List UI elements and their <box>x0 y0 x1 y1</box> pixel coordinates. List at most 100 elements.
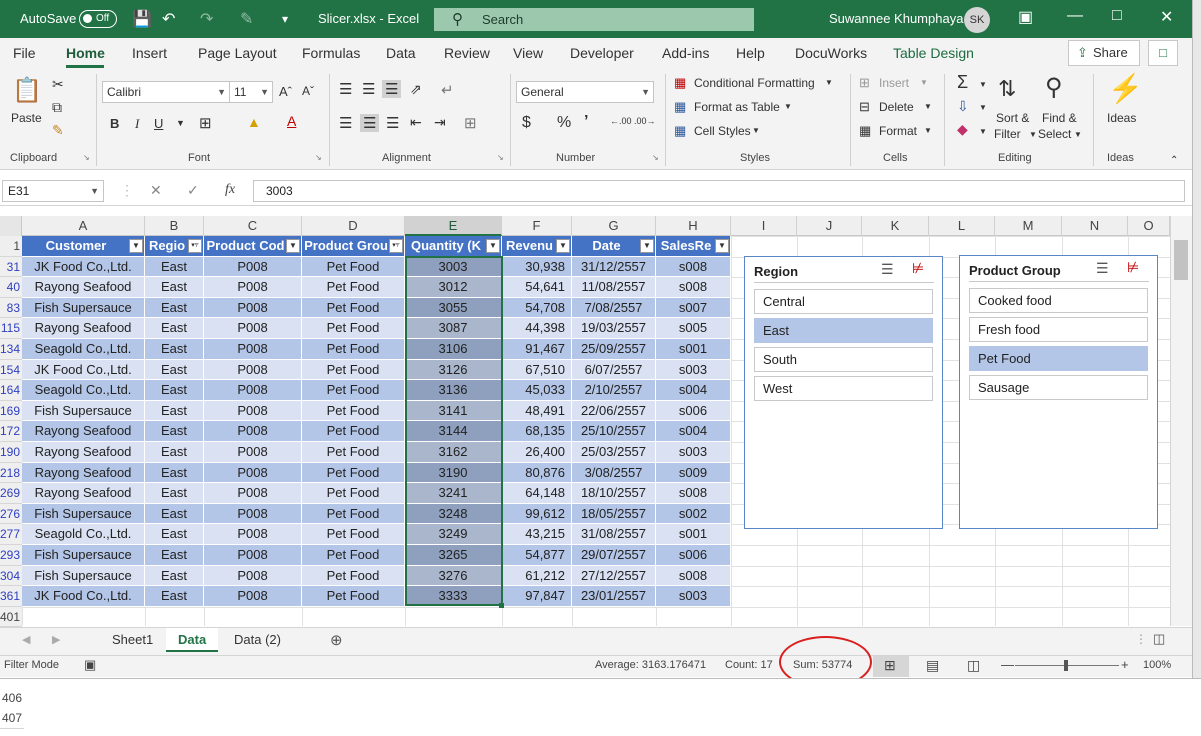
table-cell-group[interactable]: Pet Food <box>302 462 405 484</box>
table-cell-customer[interactable]: Rayong Seafood <box>22 462 145 484</box>
chevron-down-icon[interactable]: ▼ <box>784 102 792 111</box>
insert-cells-icon[interactable]: ⊞ <box>859 75 870 91</box>
table-cell-customer[interactable]: JK Food Co.,Ltd. <box>22 359 145 381</box>
column-header-a[interactable]: A <box>22 216 145 236</box>
table-cell-code[interactable]: P008 <box>204 318 302 339</box>
table-cell-date[interactable]: 25/03/2557 <box>572 442 656 463</box>
zoom-slider-thumb[interactable] <box>1064 660 1068 671</box>
table-cell-revenue[interactable]: 80,876 <box>502 462 572 484</box>
shrink-font-icon[interactable]: Aˇ <box>302 84 314 98</box>
column-header-g[interactable]: G <box>572 216 656 236</box>
table-header-cell[interactable]: Product Cod ▼ <box>204 236 302 257</box>
conditional-formatting-icon[interactable]: ▦ <box>674 75 686 91</box>
table-cell-revenue[interactable]: 54,641 <box>502 277 572 298</box>
avatar[interactable]: SK <box>964 7 990 33</box>
fill-handle[interactable] <box>499 603 504 608</box>
next-sheet-icon[interactable]: ▶ <box>52 633 60 646</box>
increase-decimal-icon[interactable]: ←.00 <box>610 116 632 126</box>
table-cell-customer[interactable]: Rayong Seafood <box>22 442 145 463</box>
table-cell-sales[interactable]: s003 <box>656 359 731 381</box>
increase-indent-icon[interactable]: ⇥ <box>434 114 446 131</box>
align-top-icon[interactable]: ☰ <box>339 80 352 98</box>
column-header-m[interactable]: M <box>995 216 1062 236</box>
currency-icon[interactable]: $ <box>522 114 531 132</box>
table-cell-date[interactable]: 7/08/2557 <box>572 297 656 319</box>
table-cell-sales[interactable]: s008 <box>656 483 731 504</box>
tab-page-layout[interactable]: Page Layout <box>198 45 277 61</box>
filter-dropdown-icon[interactable]: ▼ <box>129 239 143 253</box>
table-cell-revenue[interactable]: 54,877 <box>502 545 572 566</box>
table-cell-customer[interactable]: Fish Supersauce <box>22 565 145 587</box>
horizontal-scroll-icon[interactable]: ◫ <box>1153 631 1165 647</box>
table-header-cell[interactable]: Quantity (K ▼ <box>405 236 502 257</box>
formula-input[interactable]: 3003 <box>253 180 1185 202</box>
table-cell-code[interactable]: P008 <box>204 380 302 401</box>
table-cell-code[interactable]: P008 <box>204 545 302 566</box>
find-select-icon[interactable]: ⚲ <box>1045 73 1063 102</box>
column-header-f[interactable]: F <box>502 216 572 236</box>
table-cell-date[interactable]: 18/05/2557 <box>572 503 656 525</box>
table-cell-group[interactable]: Pet Food <box>302 586 405 607</box>
bold-icon[interactable]: B <box>110 116 119 131</box>
table-cell-code[interactable]: P008 <box>204 421 302 442</box>
column-header-h[interactable]: H <box>656 216 731 236</box>
table-cell-date[interactable]: 31/08/2557 <box>572 524 656 545</box>
table-cell-region[interactable]: East <box>145 256 204 278</box>
table-cell-date[interactable]: 27/12/2557 <box>572 565 656 587</box>
font-size-select[interactable]: 11 ▼ <box>229 81 273 103</box>
row-header[interactable]: 31 <box>0 256 22 278</box>
table-cell-sales[interactable]: s002 <box>656 503 731 525</box>
table-cell-revenue[interactable]: 99,612 <box>502 503 572 525</box>
chevron-down-icon[interactable]: ▼ <box>1029 130 1037 139</box>
chevron-down-icon[interactable]: ▼ <box>920 78 928 87</box>
zoom-level[interactable]: 100% <box>1143 659 1171 671</box>
insert-function-icon[interactable]: fx <box>225 182 235 198</box>
table-cell-code[interactable]: P008 <box>204 586 302 607</box>
chevron-down-icon[interactable]: ▼ <box>825 78 833 87</box>
table-cell-sales[interactable]: s001 <box>656 524 731 545</box>
orientation-icon[interactable]: ⇗ <box>410 81 422 98</box>
number-launcher-icon[interactable]: ↘ <box>652 153 659 162</box>
column-header-k[interactable]: K <box>862 216 929 236</box>
add-sheet-icon[interactable]: ⊕ <box>330 631 343 649</box>
percent-icon[interactable]: % <box>557 114 571 132</box>
table-cell-group[interactable]: Pet Food <box>302 297 405 319</box>
table-cell-region[interactable]: East <box>145 277 204 298</box>
chevron-down-icon[interactable]: ▼ <box>924 126 932 135</box>
table-cell-region[interactable]: East <box>145 586 204 607</box>
slicer-item[interactable]: East <box>754 318 933 343</box>
chevron-down-icon[interactable]: ▼ <box>979 80 987 89</box>
close-icon[interactable]: ✕ <box>1160 7 1173 27</box>
tab-review[interactable]: Review <box>444 45 490 61</box>
zoom-out-icon[interactable]: — <box>1001 657 1014 672</box>
filter-dropdown-icon[interactable]: ▼ <box>715 239 729 253</box>
prev-sheet-icon[interactable]: ◀ <box>22 633 30 646</box>
table-cell-code[interactable]: P008 <box>204 359 302 381</box>
alignment-launcher-icon[interactable]: ↘ <box>497 153 504 162</box>
tab-formulas[interactable]: Formulas <box>302 45 360 61</box>
table-cell-code[interactable]: P008 <box>204 256 302 278</box>
table-cell-code[interactable]: P008 <box>204 462 302 484</box>
merge-center-icon[interactable]: ⊞ <box>464 114 477 132</box>
table-cell-customer[interactable]: Seagold Co.,Ltd. <box>22 339 145 360</box>
row-header[interactable]: 218 <box>0 462 22 484</box>
sheet-tab-sheet1[interactable]: Sheet1 <box>100 628 165 652</box>
align-center-icon[interactable]: ☰ <box>360 114 380 132</box>
table-cell-sales[interactable]: s006 <box>656 400 731 422</box>
row-header[interactable]: 293 <box>0 545 22 566</box>
chevron-down-icon[interactable]: ▼ <box>979 103 987 112</box>
format-as-table-icon[interactable]: ▦ <box>674 99 686 115</box>
table-cell-sales[interactable]: s004 <box>656 421 731 442</box>
tab-home[interactable]: Home <box>66 45 105 61</box>
number-format-select[interactable]: General ▼ <box>516 81 654 103</box>
table-cell-region[interactable]: East <box>145 318 204 339</box>
paste-button[interactable]: Paste <box>11 111 42 125</box>
font-launcher-icon[interactable]: ↘ <box>315 153 322 162</box>
table-cell-date[interactable]: 11/08/2557 <box>572 277 656 298</box>
column-header-c[interactable]: C <box>204 216 302 236</box>
copy-icon[interactable]: ⧉ <box>52 99 62 116</box>
tab-developer[interactable]: Developer <box>570 45 634 61</box>
table-cell-revenue[interactable]: 54,708 <box>502 297 572 319</box>
delete-cells-icon[interactable]: ⊟ <box>859 99 870 115</box>
font-name-select[interactable]: Calibri ▼ <box>102 81 230 103</box>
